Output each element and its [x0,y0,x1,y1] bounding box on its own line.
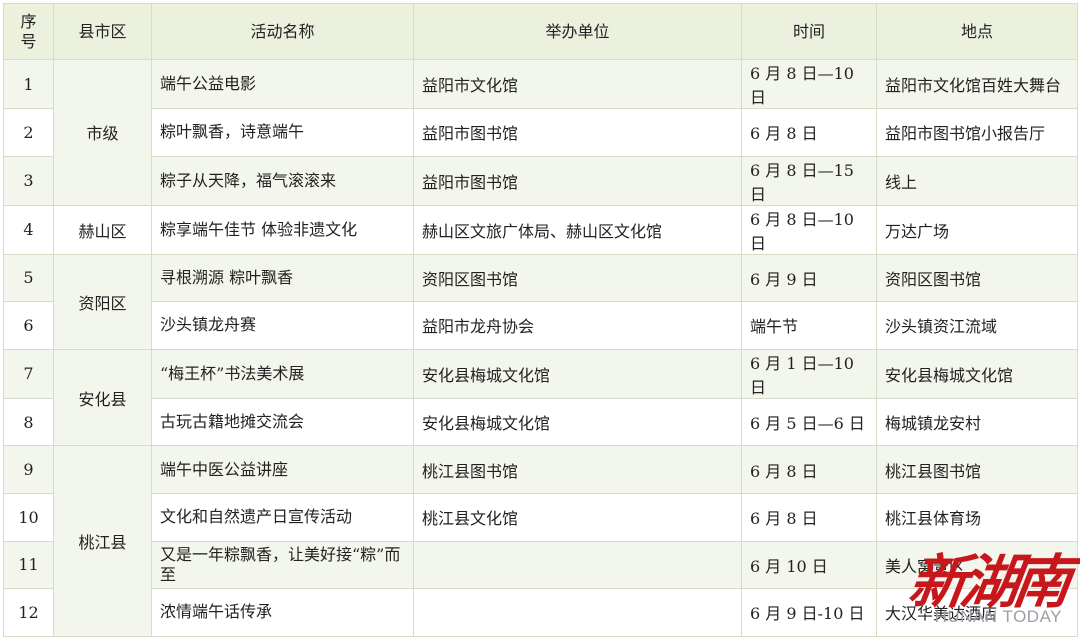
seq-cell: 8 [3,397,54,447]
activity-cell: 粽子从天降，福气滚滚来 [151,155,414,206]
place-cell: 桃江县体育场 [876,492,1078,542]
table-row: 7 安化县 “梅王杯”书法美术展 安化县梅城文化馆 6 月 1 日—10 日 安… [3,348,1078,447]
seq-cell: 1 [3,59,54,109]
seq-cell: 6 [3,301,54,350]
place-cell: 益阳市文化馆百姓大舞台 [876,59,1078,109]
county-cell: 桃江县 [53,445,152,637]
place-cell: 美人窝景区 [876,540,1078,590]
time-cell: 6 月 8 日—10 日 [741,204,877,255]
table-row: 10 文化和自然遗产日宣传活动 桃江县文化馆 6 月 8 日 桃江县体育场 [3,492,1078,542]
header-place: 地点 [876,3,1078,60]
activity-cell: 古玩古籍地摊交流会 [151,397,414,447]
seq-cell: 10 [3,492,54,542]
activity-cell: 沙头镇龙舟赛 [151,301,414,350]
seq-cell: 11 [3,540,54,590]
activity-cell: 又是一年粽飘香，让美好接“粽”而至 [151,540,414,590]
seq-cell: 2 [3,108,54,157]
place-cell: 梅城镇龙安村 [876,397,1078,447]
activity-cell: 粽叶飘香，诗意端午 [151,108,414,157]
header-county: 县市区 [53,3,152,60]
header-organizer: 举办单位 [413,3,742,60]
county-cell: 安化县 [53,348,152,447]
seq-cell: 4 [3,204,54,255]
organizer-cell: 安化县梅城文化馆 [413,397,742,447]
table-row: 6 沙头镇龙舟赛 益阳市龙舟协会 端午节 沙头镇资江流域 [3,301,1078,350]
activity-cell: 浓情端午话传承 [151,588,414,637]
county-cell: 赫山区 [53,204,152,255]
table-row: 1 市级 端午公益电影 益阳市文化馆 6 月 8 日—10 日 益阳市文化馆百姓… [3,59,1078,206]
time-cell: 6 月 9 日-10 日 [741,588,877,637]
organizer-cell: 安化县梅城文化馆 [413,348,742,399]
table-row: 3 粽子从天降，福气滚滚来 益阳市图书馆 6 月 8 日—15 日 线上 [3,155,1078,206]
place-cell: 大汉华美达酒店 [876,588,1078,637]
county-cell: 市级 [53,59,152,206]
organizer-cell [413,540,742,590]
organizer-cell: 资阳区图书馆 [413,253,742,303]
time-cell: 6 月 8 日—10 日 [741,59,877,109]
header-row: 序号 县市区 活动名称 举办单位 时间 地点 [3,3,1078,60]
table-row: 2 粽叶飘香，诗意端午 益阳市图书馆 6 月 8 日 益阳市图书馆小报告厅 [3,108,1078,157]
county-cell: 资阳区 [53,253,152,350]
organizer-cell: 益阳市图书馆 [413,155,742,206]
organizer-cell: 益阳市图书馆 [413,108,742,157]
table-row: 9 桃江县 端午中医公益讲座 桃江县图书馆 6 月 8 日 桃江县图书馆 [3,445,1078,637]
organizer-cell: 益阳市龙舟协会 [413,301,742,350]
organizer-cell: 桃江县图书馆 [413,445,742,494]
header-activity: 活动名称 [151,3,414,60]
activity-cell: 端午中医公益讲座 [151,445,414,494]
time-cell: 6 月 9 日 [741,253,877,303]
time-cell: 端午节 [741,301,877,350]
table-body: 1 市级 端午公益电影 益阳市文化馆 6 月 8 日—10 日 益阳市文化馆百姓… [3,59,1078,637]
seq-cell: 12 [3,588,54,637]
place-cell: 桃江县图书馆 [876,445,1078,494]
table-row: 12 浓情端午话传承 6 月 9 日-10 日 大汉华美达酒店 [3,588,1078,637]
time-cell: 6 月 8 日 [741,445,877,494]
activity-cell: 端午公益电影 [151,59,414,109]
header-time: 时间 [741,3,877,60]
table-row: 5 资阳区 寻根溯源 粽叶飘香 资阳区图书馆 6 月 9 日 资阳区图书馆 [3,253,1078,350]
activity-cell: 寻根溯源 粽叶飘香 [151,253,414,303]
place-cell: 资阳区图书馆 [876,253,1078,303]
table-row: 11 又是一年粽飘香，让美好接“粽”而至 6 月 10 日 美人窝景区 [3,540,1078,590]
table-row: 4 赫山区 粽享端午佳节 体验非遗文化 赫山区文旅广体局、赫山区文化馆 6 月 … [3,204,1078,255]
activity-table: 序号 县市区 活动名称 举办单位 时间 地点 1 市级 端午公益电影 益阳市文化… [3,3,1078,637]
time-cell: 6 月 8 日 [741,492,877,542]
table-row: 8 古玩古籍地摊交流会 安化县梅城文化馆 6 月 5 日—6 日 梅城镇龙安村 [3,397,1078,447]
time-cell: 6 月 10 日 [741,540,877,590]
place-cell: 沙头镇资江流域 [876,301,1078,350]
organizer-cell [413,588,742,637]
activity-cell: “梅王杯”书法美术展 [151,348,414,399]
header-seq: 序号 [3,3,54,60]
seq-cell: 9 [3,445,54,494]
time-cell: 6 月 5 日—6 日 [741,397,877,447]
activity-cell: 文化和自然遗产日宣传活动 [151,492,414,542]
activity-cell: 粽享端午佳节 体验非遗文化 [151,204,414,255]
seq-cell: 7 [3,348,54,399]
time-cell: 6 月 8 日 [741,108,877,157]
place-cell: 万达广场 [876,204,1078,255]
time-cell: 6 月 8 日—15 日 [741,155,877,206]
organizer-cell: 益阳市文化馆 [413,59,742,109]
organizer-cell: 桃江县文化馆 [413,492,742,542]
place-cell: 线上 [876,155,1078,206]
seq-cell: 3 [3,155,54,206]
place-cell: 益阳市图书馆小报告厅 [876,108,1078,157]
time-cell: 6 月 1 日—10 日 [741,348,877,399]
organizer-cell: 赫山区文旅广体局、赫山区文化馆 [413,204,742,255]
seq-cell: 5 [3,253,54,303]
place-cell: 安化县梅城文化馆 [876,348,1078,399]
